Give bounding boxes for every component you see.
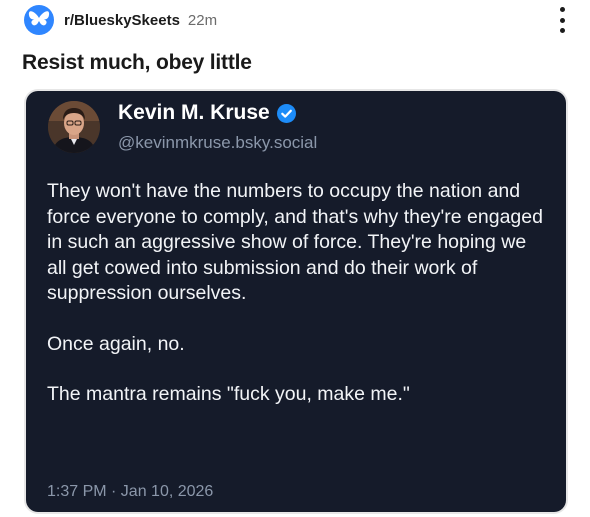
subreddit-name[interactable]: r/BlueskySkeets [64,12,180,29]
menu-dot [559,7,565,12]
skeet-paragraph: They won't have the numbers to occupy th… [47,180,543,304]
butterfly-icon[interactable] [24,5,54,35]
skeet-body: They won't have the numbers to occupy th… [47,179,547,408]
author-avatar[interactable] [48,101,100,153]
verified-check-icon [276,103,296,123]
author-handle[interactable]: @kevinmkruse.bsky.social [118,133,317,153]
post-header: r/BlueskySkeets 22m [24,5,570,35]
post-title[interactable]: Resist much, obey little [22,51,252,75]
menu-dot [559,28,565,33]
menu-dot [559,17,565,23]
author-name-text[interactable]: Kevin M. Kruse [118,101,270,125]
skeet-timestamp[interactable]: 1:37 PM · Jan 10, 2026 [47,483,213,501]
skeet-paragraph: The mantra remains "fuck you, make me." [47,383,410,405]
embedded-skeet-card[interactable]: Kevin M. Kruse @kevinmkruse.bsky.social … [26,91,566,512]
author-name[interactable]: Kevin M. Kruse [118,101,296,125]
skeet-paragraph: Once again, no. [47,332,185,355]
kebab-menu-icon[interactable] [554,7,570,33]
post-age: 22m [187,11,218,29]
